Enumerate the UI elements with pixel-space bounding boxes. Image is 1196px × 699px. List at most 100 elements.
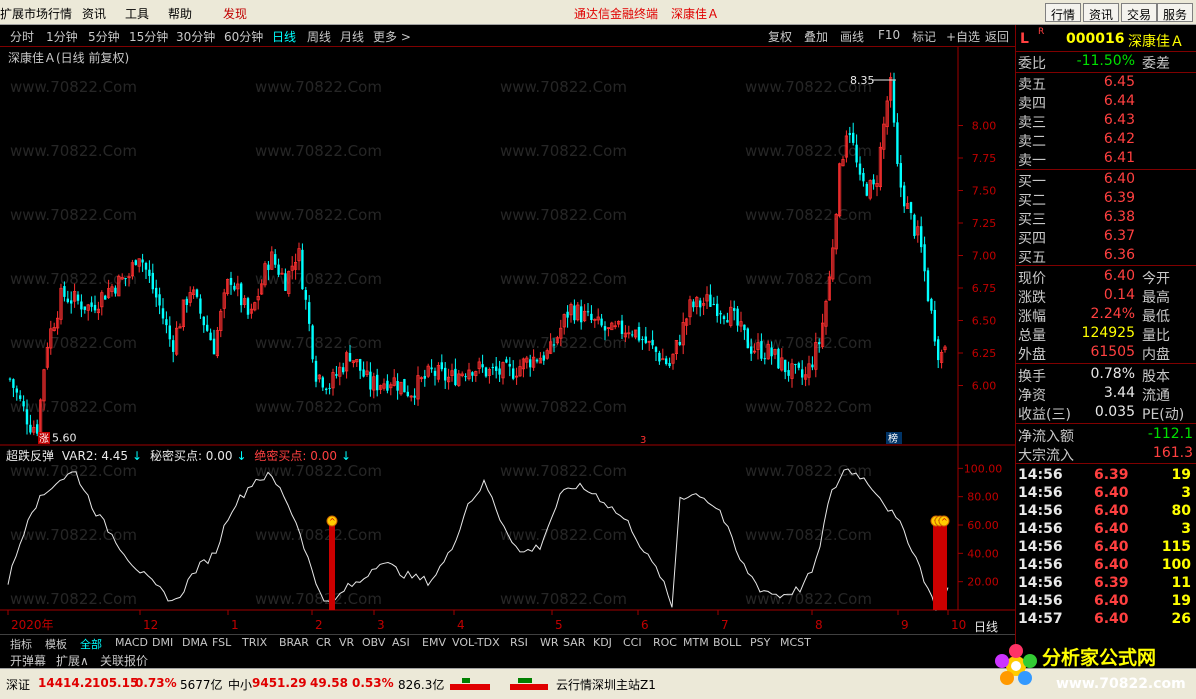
tab-cci[interactable]: CCI <box>623 636 642 649</box>
watermark-text: www.70822.Com <box>745 462 872 480</box>
indicator-title-bar: 超跌反弹 VAR2: 4.45 ↓ 秘密买点: 0.00 ↓ 绝密买点: 0.00 ↓ <box>6 449 352 463</box>
buy-row: 买五 6.36 <box>1018 247 1135 266</box>
btn-zixuan[interactable]: +自选 <box>946 28 980 45</box>
tab-cr[interactable]: CR <box>316 636 331 649</box>
period-5min[interactable]: 5分钟 <box>88 28 120 45</box>
tab-sar[interactable]: SAR <box>563 636 585 649</box>
candle-body <box>913 214 916 236</box>
candle-body <box>797 363 800 368</box>
tab-全部[interactable]: 全部 <box>80 636 102 652</box>
tab-trix[interactable]: TRIX <box>242 636 267 649</box>
btn-biaoji[interactable]: 标记 <box>912 28 936 45</box>
tab-boll[interactable]: BOLL <box>713 636 741 649</box>
tab-wr[interactable]: WR <box>540 636 559 649</box>
indicator-name[interactable]: 超跌反弹 <box>6 449 54 463</box>
candle-body <box>909 202 913 213</box>
tab-asi[interactable]: ASI <box>392 636 410 649</box>
btn-service[interactable]: 服务 <box>1157 3 1194 22</box>
btn-diejia[interactable]: 叠加 <box>804 28 828 45</box>
tab-vr[interactable]: VR <box>339 636 354 649</box>
chart-canvas[interactable]: 8.00 7.75 7.50 7.25 7.00 6.75 6.50 6.25 6.00 100.… <box>0 47 1015 634</box>
tab-fsl[interactable]: FSL <box>212 636 231 649</box>
candle-body <box>63 286 66 297</box>
candle-body <box>440 362 443 370</box>
candle-body <box>90 302 93 307</box>
period-monthly[interactable]: 月线 <box>340 28 364 45</box>
btn-news[interactable]: 资讯 <box>1083 3 1120 22</box>
osc-tick-label: 100.00 <box>964 462 1003 475</box>
candle-body <box>15 388 18 393</box>
candle-body <box>865 183 868 196</box>
candle-body <box>471 372 474 376</box>
menu-discover[interactable]: 发现 <box>223 5 247 22</box>
tab-danmu[interactable]: 开弹幕 <box>10 652 46 669</box>
promo-link[interactable]: 通达信金融终端 <box>574 5 658 22</box>
period-1min[interactable]: 1分钟 <box>46 28 78 45</box>
tab-kdj[interactable]: KDJ <box>593 636 612 649</box>
period-15min[interactable]: 15分钟 <box>129 28 168 45</box>
tab-模板[interactable]: 模板 <box>45 636 67 652</box>
buy-row: 买四 6.37 <box>1018 228 1135 247</box>
tab-rsi[interactable]: RSI <box>510 636 528 649</box>
menu-tools[interactable]: 工具 <box>125 5 149 22</box>
buy-signal-caret: ^ <box>329 517 336 526</box>
tab-mcst[interactable]: MCST <box>780 636 811 649</box>
osc-tick-label: 80.00 <box>967 491 999 504</box>
candle-body <box>933 309 936 342</box>
tab-extend[interactable]: 扩展∧ <box>56 652 89 669</box>
candle-body <box>202 316 205 326</box>
period-more[interactable]: 更多 > <box>373 28 411 45</box>
period-daily[interactable]: 日线 <box>272 28 296 45</box>
menu-help[interactable]: 帮助 <box>168 5 192 22</box>
candle-body <box>301 249 304 290</box>
btn-back[interactable]: 返回 <box>985 28 1009 45</box>
candle-body <box>386 380 389 391</box>
tab-dma[interactable]: DMA <box>182 636 208 649</box>
x-tick-label: 12 <box>143 618 158 632</box>
candle-body <box>505 359 508 363</box>
menu-ext-market[interactable]: 扩展市场行情 <box>0 5 72 22</box>
tab-emv[interactable]: EMV <box>422 636 446 649</box>
tab-obv[interactable]: OBV <box>362 636 385 649</box>
candle-body <box>369 371 372 390</box>
candle-body <box>304 290 307 300</box>
period-fenshi[interactable]: 分时 <box>10 28 34 45</box>
tab-related-quote[interactable]: 关联报价 <box>100 652 148 669</box>
watermark-text: www.70822.Com <box>500 78 627 96</box>
tab-指标[interactable]: 指标 <box>10 636 32 652</box>
tick-row: 14:56 6.40 3 <box>1018 485 1191 501</box>
candle-body <box>240 283 243 306</box>
x-period-label: 日线 <box>974 620 998 634</box>
candle-body <box>70 300 73 304</box>
btn-quote[interactable]: 行情 <box>1045 3 1082 22</box>
watermark-text: www.70822.Com <box>500 334 627 352</box>
watermark-text: www.70822.Com <box>255 334 382 352</box>
candle-body <box>311 325 314 360</box>
tab-brar[interactable]: BRAR <box>279 636 309 649</box>
server-name[interactable]: 云行情深圳主站Z1 <box>556 676 656 693</box>
candle-body <box>495 366 498 371</box>
candle-body <box>433 370 437 376</box>
candle-body <box>83 306 86 310</box>
flow-row: 净流入额 -112.1 <box>1018 426 1193 445</box>
btn-trade[interactable]: 交易 <box>1121 3 1158 22</box>
period-30min[interactable]: 30分钟 <box>176 28 215 45</box>
btn-huaxian[interactable]: 画线 <box>840 28 864 45</box>
period-60min[interactable]: 60分钟 <box>224 28 263 45</box>
x-tick-label: 2 <box>315 618 323 632</box>
buy-row: 买一 6.40 <box>1018 171 1135 190</box>
buy-signal-caret: ^ <box>941 517 948 526</box>
period-weekly[interactable]: 周线 <box>307 28 331 45</box>
candle-body <box>104 295 107 300</box>
tab-macd[interactable]: MACD <box>115 636 148 649</box>
btn-f10[interactable]: F10 <box>878 28 900 42</box>
tab-psy[interactable]: PSY <box>750 636 770 649</box>
sell-row: 卖五 6.45 <box>1018 74 1135 93</box>
candle-body <box>899 163 902 188</box>
tab-dmi[interactable]: DMI <box>152 636 173 649</box>
tab-vol-tdx[interactable]: VOL-TDX <box>452 636 500 649</box>
tab-mtm[interactable]: MTM <box>683 636 709 649</box>
btn-fuquan[interactable]: 复权 <box>768 28 792 45</box>
menu-news[interactable]: 资讯 <box>82 5 106 22</box>
tab-roc[interactable]: ROC <box>653 636 677 649</box>
